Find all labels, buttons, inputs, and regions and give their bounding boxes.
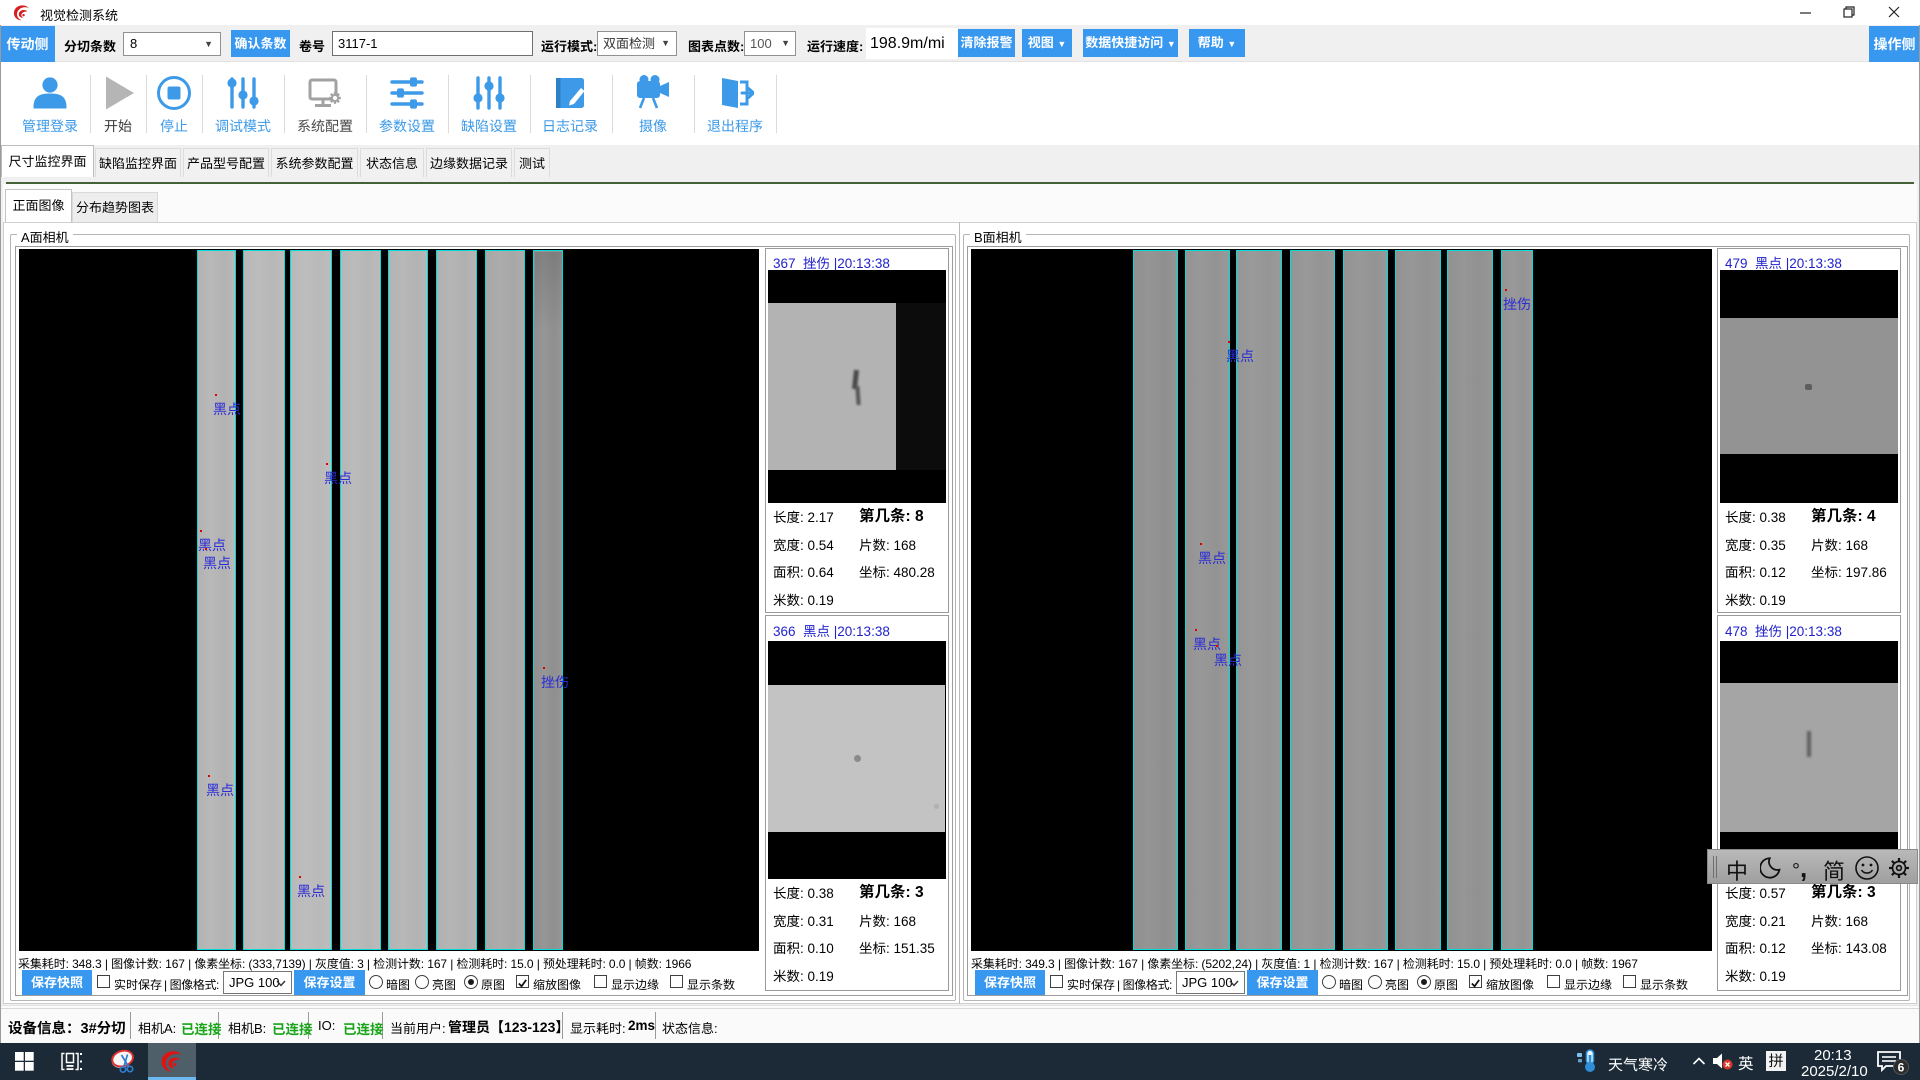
svg-text:6: 6 — [1898, 1061, 1905, 1075]
